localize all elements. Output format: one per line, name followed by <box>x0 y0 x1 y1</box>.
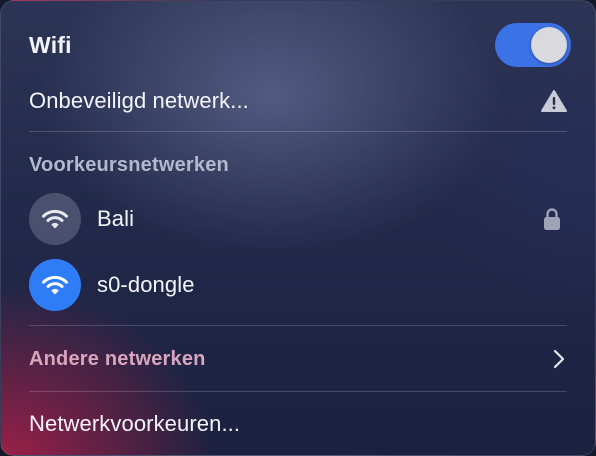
preferred-networks-header-row: Voorkeursnetwerken <box>29 149 567 181</box>
network-name: s0-dongle <box>97 272 195 297</box>
network-name: Bali <box>97 206 135 231</box>
wifi-icon <box>29 259 81 311</box>
lock-icon <box>543 207 561 231</box>
divider <box>29 325 567 326</box>
network-preferences-label: Netwerkvoorkeuren... <box>29 411 241 436</box>
network-item-s0-dongle[interactable]: s0-dongle <box>29 259 567 311</box>
divider <box>29 131 567 132</box>
divider <box>29 391 567 392</box>
current-network-row[interactable]: Onbeveiligd netwerk... <box>29 81 567 121</box>
wifi-title: Wifi <box>29 31 72 58</box>
warning-triangle-icon <box>541 89 567 113</box>
network-preferences-row[interactable]: Netwerkvoorkeuren... <box>29 405 567 443</box>
other-networks-label: Andere netwerken <box>29 347 206 370</box>
wifi-menu-panel: Wifi Onbeveiligd netwerk... Voorkeursnet… <box>0 0 596 456</box>
wifi-header-row: Wifi <box>29 23 571 67</box>
current-network-label: Onbeveiligd netwerk... <box>29 88 249 113</box>
network-item-bali[interactable]: Bali <box>29 193 567 245</box>
other-networks-row[interactable]: Andere netwerken <box>29 341 567 377</box>
chevron-right-icon <box>553 349 565 369</box>
wifi-icon <box>29 193 81 245</box>
preferred-networks-header: Voorkeursnetwerken <box>29 153 229 176</box>
wifi-toggle-knob <box>531 27 567 63</box>
wifi-toggle[interactable] <box>495 23 571 67</box>
